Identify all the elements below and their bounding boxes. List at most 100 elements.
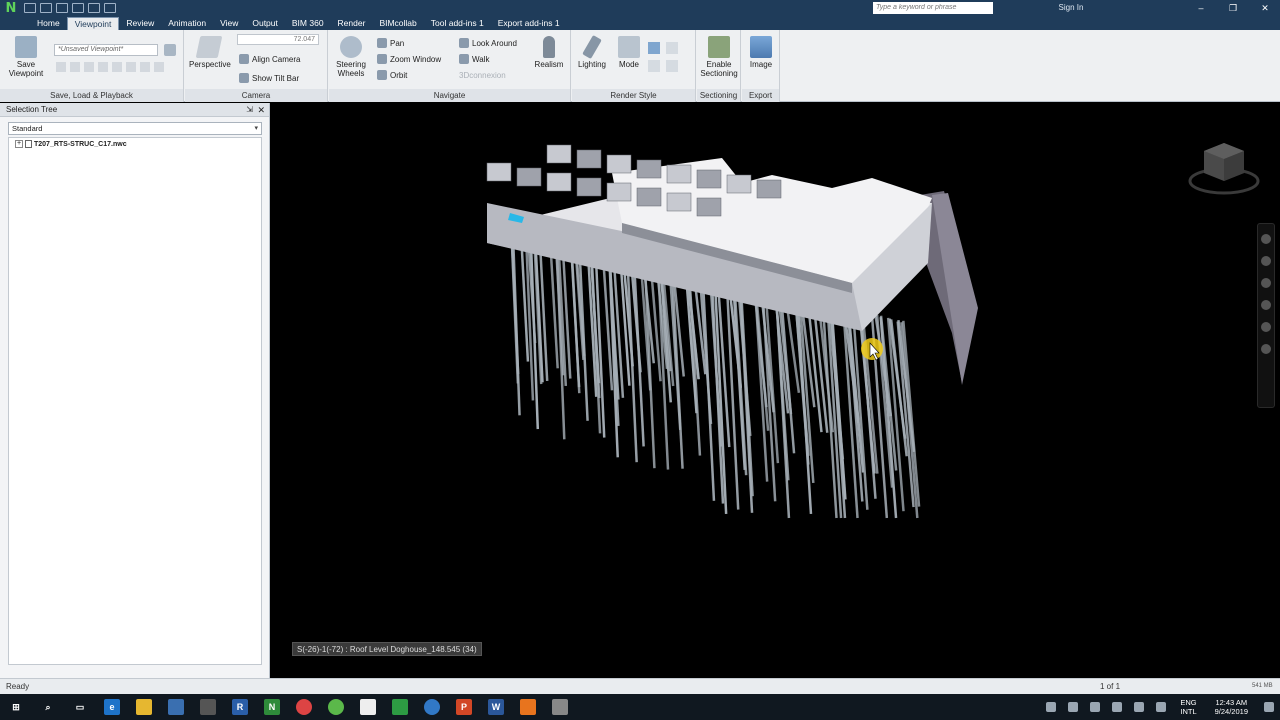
zoom-window-button[interactable]: Zoom Window	[377, 52, 441, 66]
windows-start-icon[interactable]: ⊞	[8, 699, 24, 715]
volume-icon[interactable]	[1156, 702, 1167, 712]
viewpoint-dropdown[interactable]: *Unsaved Viewpoint*	[54, 44, 158, 56]
look-nav-icon[interactable]	[1261, 322, 1271, 332]
file-explorer-icon[interactable]	[136, 699, 152, 715]
tab-home[interactable]: Home	[30, 17, 67, 30]
walk-button[interactable]: Walk	[459, 52, 489, 66]
search-input[interactable]	[873, 2, 993, 14]
language-indicator[interactable]: ENG INTL	[1180, 698, 1196, 716]
perspective-button[interactable]: Perspective	[189, 36, 231, 69]
realism-button[interactable]: Realism	[529, 36, 569, 69]
open-file-icon[interactable]	[40, 3, 52, 13]
tab-bim360[interactable]: BIM 360	[285, 17, 331, 30]
navisworks-logo-icon[interactable]: N	[0, 0, 22, 16]
next-frame-icon[interactable]	[140, 62, 150, 72]
people-icon[interactable]	[1046, 702, 1057, 712]
mail-icon[interactable]	[200, 699, 216, 715]
play-icon[interactable]	[126, 62, 136, 72]
steering-wheel-nav-icon[interactable]	[1261, 234, 1271, 244]
viewcube-icon[interactable]	[1182, 133, 1262, 203]
align-camera-button[interactable]: Align Camera	[239, 52, 300, 66]
tab-bimcollab[interactable]: BIMcollab	[372, 17, 423, 30]
text-icon[interactable]	[666, 60, 678, 72]
photos-icon[interactable]	[360, 699, 376, 715]
revit-icon[interactable]: R	[232, 699, 248, 715]
network-icon[interactable]	[1112, 702, 1123, 712]
prev-frame-icon[interactable]	[70, 62, 80, 72]
close-button[interactable]: ✕	[1250, 1, 1280, 15]
rooftop-box	[576, 149, 602, 169]
clock[interactable]: 12:43 AM 9/24/2019	[1215, 698, 1248, 716]
tab-view[interactable]: View	[213, 17, 245, 30]
word-icon[interactable]: W	[488, 699, 504, 715]
points-icon[interactable]	[648, 60, 660, 72]
notifications-icon[interactable]	[1264, 702, 1274, 712]
tab-viewpoint[interactable]: Viewpoint	[66, 17, 120, 30]
enable-sectioning-button[interactable]: Enable Sectioning	[699, 36, 739, 78]
maximize-button[interactable]: ❐	[1218, 1, 1248, 15]
save-icon[interactable]	[56, 3, 68, 13]
lines-icon[interactable]	[666, 42, 678, 54]
selection-tree[interactable]: + T207_RTS-STRUC_C17.nwc	[8, 137, 262, 665]
tab-tool-addins[interactable]: Tool add-ins 1	[424, 17, 491, 30]
battery-icon[interactable]	[1090, 702, 1101, 712]
orange-app-icon[interactable]	[520, 699, 536, 715]
first-frame-icon[interactable]	[56, 62, 66, 72]
manage-viewpoints-icon[interactable]	[164, 44, 176, 56]
store-icon[interactable]	[168, 699, 184, 715]
rooftop-box	[486, 162, 512, 182]
new-file-icon[interactable]	[24, 3, 36, 13]
window-app-icon[interactable]	[552, 699, 568, 715]
connexion-button[interactable]: 3Dconnexion	[459, 68, 506, 82]
chrome-icon[interactable]	[296, 699, 312, 715]
expand-icon[interactable]: +	[15, 140, 23, 148]
mode-button[interactable]: Mode	[609, 36, 649, 69]
lang-line-2: INTL	[1180, 707, 1197, 716]
undo-icon[interactable]	[88, 3, 100, 13]
pan-nav-icon[interactable]	[1261, 256, 1271, 266]
close-pane-icon[interactable]: ✕	[257, 103, 265, 117]
tab-animation[interactable]: Animation	[161, 17, 213, 30]
pause-icon[interactable]	[112, 62, 122, 72]
blue-app-icon[interactable]	[424, 699, 440, 715]
search-icon[interactable]: ⌕	[40, 699, 56, 715]
powerpoint-icon[interactable]: P	[456, 699, 472, 715]
minimize-button[interactable]: –	[1186, 1, 1216, 15]
tree-item-root[interactable]: + T207_RTS-STRUC_C17.nwc	[15, 140, 127, 148]
fov-field[interactable]: 72.047	[237, 34, 319, 45]
save-viewpoint-button[interactable]: Save Viewpoint	[6, 36, 46, 78]
orbit-nav-icon[interactable]	[1261, 300, 1271, 310]
building-model[interactable]	[272, 103, 1280, 678]
navisworks-icon[interactable]: N	[264, 699, 280, 715]
tab-render[interactable]: Render	[331, 17, 373, 30]
last-frame-icon[interactable]	[154, 62, 164, 72]
project-icon[interactable]	[392, 699, 408, 715]
print-icon[interactable]	[72, 3, 84, 13]
select-nav-icon[interactable]	[1261, 344, 1271, 354]
look-around-button[interactable]: Look Around	[459, 36, 517, 50]
element-tooltip: S(-26)-1(-72) : Roof Level Doghouse_148.…	[292, 642, 482, 656]
tab-output[interactable]: Output	[245, 17, 285, 30]
pan-button[interactable]: Pan	[377, 36, 404, 50]
tab-review[interactable]: Review	[119, 17, 161, 30]
play-back-icon[interactable]	[84, 62, 94, 72]
zoom-nav-icon[interactable]	[1261, 278, 1271, 288]
show-tilt-bar-button[interactable]: Show Tilt Bar	[239, 71, 299, 85]
task-view-icon[interactable]: ▭	[72, 699, 88, 715]
image-export-button[interactable]: Image	[741, 36, 781, 69]
stop-icon[interactable]	[98, 62, 108, 72]
wifi-icon[interactable]	[1134, 702, 1145, 712]
chevron-up-icon[interactable]	[1068, 702, 1079, 712]
orbit-button[interactable]: Orbit	[377, 68, 407, 82]
surfaces-icon[interactable]	[648, 42, 660, 54]
3d-viewport[interactable]: S(-26)-1(-72) : Roof Level Doghouse_148.…	[272, 103, 1280, 678]
steering-wheels-button[interactable]: Steering Wheels	[331, 36, 371, 78]
redo-icon[interactable]	[104, 3, 116, 13]
edge-icon[interactable]: e	[104, 699, 120, 715]
tab-export-addins[interactable]: Export add-ins 1	[491, 17, 567, 30]
pin-icon[interactable]: ⇲	[246, 103, 253, 117]
lighting-button[interactable]: Lighting	[572, 34, 612, 69]
sign-in-button[interactable]: Sign In	[1046, 1, 1096, 15]
tree-mode-dropdown[interactable]: Standard ▾	[8, 122, 262, 135]
green-app-icon[interactable]	[328, 699, 344, 715]
